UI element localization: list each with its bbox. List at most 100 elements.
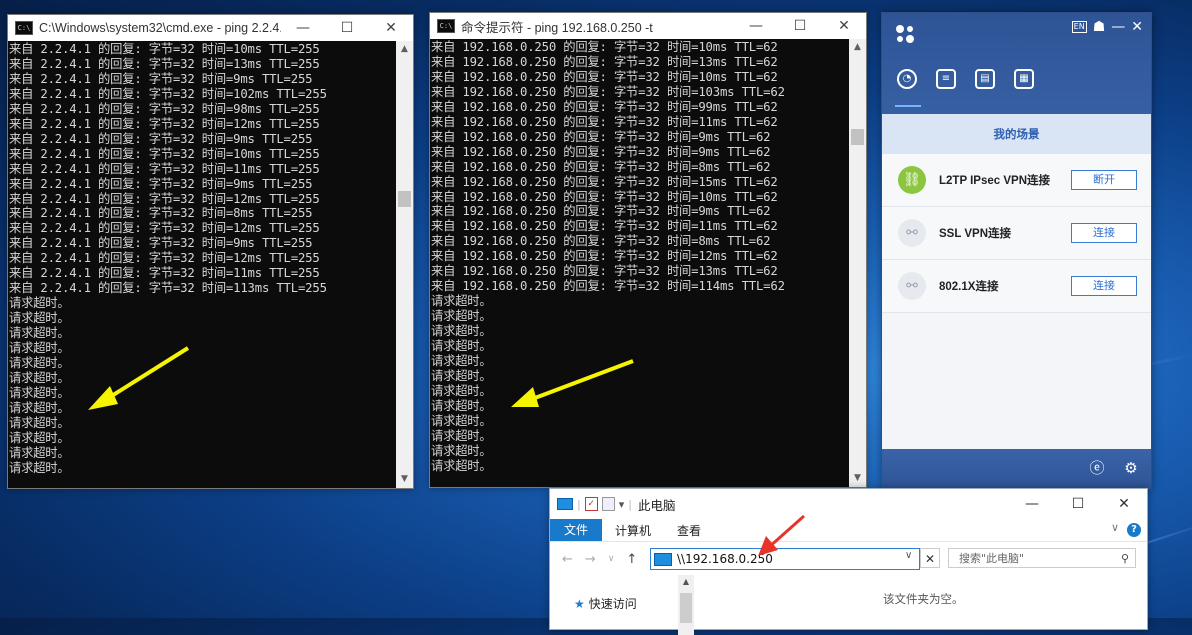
cmd-app-icon: C:\ (15, 21, 33, 35)
minimize-icon[interactable]: — (1111, 19, 1125, 35)
quick-access-dropdown-icon[interactable]: ▾ (619, 498, 625, 511)
tab-computer[interactable]: 计算机 (602, 522, 664, 539)
clear-address-icon[interactable]: ✕ (920, 548, 940, 568)
vpn-connection-row: ⛓ L2TP IPsec VPN连接 断开 (882, 154, 1151, 207)
connect-button[interactable]: 连接 (1071, 276, 1137, 296)
console-line: 请求超时。 (431, 413, 492, 428)
minimize-button[interactable]: — (281, 20, 325, 36)
explorer-titlebar[interactable]: | ✓ ▾ | 此电脑 — ☐ ✕ (550, 489, 1147, 519)
console-line: 来自 2.2.4.1 的回复: 字节=32 时间=10ms TTL=255 (9, 42, 320, 56)
star-icon: ★ (574, 597, 585, 611)
tab-file[interactable]: 文件 (550, 519, 603, 541)
console-line: 来自 192.168.0.250 的回复: 字节=32 时间=12ms TTL=… (431, 249, 778, 264)
recent-dropdown-icon[interactable]: ∨ (608, 554, 615, 564)
console-line: 请求超时。 (431, 309, 492, 324)
new-folder-icon[interactable] (601, 497, 615, 511)
gear-icon[interactable]: ⚙ (1121, 458, 1141, 478)
connect-button[interactable]: 连接 (1071, 223, 1137, 243)
minimize-button[interactable]: — (734, 18, 778, 34)
help-icon[interactable]: ? (1127, 523, 1141, 537)
up-arrow-icon[interactable]: ↑ (626, 552, 637, 567)
scroll-up-arrow-icon[interactable]: ▲ (396, 41, 413, 58)
console-line: 来自 192.168.0.250 的回复: 字节=32 时间=13ms TTL=… (431, 54, 778, 69)
scroll-thumb[interactable] (680, 593, 692, 623)
scroll-up-arrow-icon[interactable]: ▲ (849, 39, 866, 56)
scroll-thumb[interactable] (398, 191, 411, 207)
close-icon[interactable]: ✕ (1131, 19, 1143, 35)
console-scrollbar[interactable]: ▲ ▼ (849, 39, 866, 487)
properties-icon[interactable]: ✓ (584, 497, 598, 511)
active-tab-indicator (895, 105, 921, 107)
console-line: 来自 2.2.4.1 的回复: 字节=32 时间=12ms TTL=255 (9, 221, 320, 236)
tab-messages-icon[interactable]: ≡ (936, 69, 956, 89)
maximize-button[interactable]: ☐ (1055, 489, 1101, 519)
file-explorer-window[interactable]: | ✓ ▾ | 此电脑 — ☐ ✕ 文件 计算机 查看 ∨ ? ← → ∨ ↑ … (549, 488, 1148, 635)
vpn-footer: ⓔ ⚙ (882, 449, 1151, 489)
console-line: 来自 2.2.4.1 的回复: 字节=32 时间=9ms TTL=255 (9, 131, 313, 146)
cmd-window-ping-2-2-4[interactable]: C:\ C:\Windows\system32\cmd.exe - ping 2… (7, 14, 414, 489)
console-line: 来自 2.2.4.1 的回复: 字节=32 时间=11ms TTL=255 (9, 161, 320, 176)
console-output[interactable]: 来自 192.168.0.250 的回复: 字节=32 时间=10ms TTL=… (430, 39, 849, 487)
tab-settings-icon[interactable]: ▦ (1014, 69, 1034, 89)
console-line: 来自 2.2.4.1 的回复: 字节=32 时间=13ms TTL=255 (9, 56, 320, 71)
console-line: 来自 2.2.4.1 的回复: 字节=32 时间=11ms TTL=255 (9, 266, 320, 281)
vpn-connection-row: ⚯ 802.1X连接 连接 (882, 260, 1151, 313)
scroll-down-arrow-icon[interactable]: ▼ (849, 470, 866, 487)
cmd-window-title: 命令提示符 - ping 192.168.0.250 -t (461, 20, 653, 35)
nav-pane-scrollbar[interactable]: ▲ (678, 575, 694, 635)
console-line: 来自 192.168.0.250 的回复: 字节=32 时间=10ms TTL=… (431, 189, 778, 204)
console-line: 来自 192.168.0.250 的回复: 字节=32 时间=15ms TTL=… (431, 174, 778, 189)
console-line: 请求超时。 (9, 341, 70, 356)
console-line: 来自 2.2.4.1 的回复: 字节=32 时间=8ms TTL=255 (9, 206, 313, 221)
console-line: 来自 2.2.4.1 的回复: 字节=32 时间=9ms TTL=255 (9, 176, 313, 191)
search-input[interactable]: 搜索"此电脑" ⚲ (948, 548, 1136, 568)
scroll-down-arrow-icon[interactable]: ▼ (396, 471, 413, 488)
console-output[interactable]: 来自 2.2.4.1 的回复: 字节=32 时间=10ms TTL=255 来自 … (8, 41, 396, 488)
vpn-client-window[interactable]: EN ☗ — ✕ ◔ ≡ ▤ ▦ 我的场景 ⛓ L2TP IPsec VPN连接断… (881, 12, 1152, 490)
search-placeholder: 搜索"此电脑" (959, 552, 1025, 565)
console-line: 来自 192.168.0.250 的回复: 字节=32 时间=13ms TTL=… (431, 264, 778, 279)
cmd-window-title: C:\Windows\system32\cmd.exe - ping 2.2.4… (39, 21, 281, 35)
minimize-button[interactable]: — (1009, 489, 1055, 519)
console-line: 请求超时。 (9, 370, 70, 385)
console-line: 请求超时。 (431, 324, 492, 339)
console-line: 请求超时。 (431, 458, 492, 473)
console-line: 请求超时。 (9, 326, 70, 341)
console-line: 请求超时。 (9, 356, 70, 371)
nav-quick-access[interactable]: ★ 快速访问 (574, 595, 637, 612)
maximize-button[interactable]: ☐ (325, 20, 369, 36)
expand-ribbon-icon[interactable]: ∨ (1111, 521, 1119, 534)
close-button[interactable]: ✕ (1101, 489, 1147, 519)
cmd-window-ping-192-168-0-250[interactable]: C:\ 命令提示符 - ping 192.168.0.250 -t — ☐ ✕ … (429, 12, 867, 488)
console-line: 来自 192.168.0.250 的回复: 字节=32 时间=9ms TTL=6… (431, 204, 771, 219)
cmd-titlebar[interactable]: C:\ 命令提示符 - ping 192.168.0.250 -t — ☐ ✕ (430, 13, 866, 39)
console-line: 来自 2.2.4.1 的回复: 字节=32 时间=98ms TTL=255 (9, 101, 320, 116)
scroll-up-arrow-icon[interactable]: ▲ (678, 577, 694, 586)
tab-view[interactable]: 查看 (664, 522, 714, 539)
forward-arrow-icon[interactable]: → (585, 552, 596, 567)
console-scrollbar[interactable]: ▲ ▼ (396, 41, 413, 488)
tab-logs-icon[interactable]: ▤ (975, 69, 995, 89)
nav-quick-access-label: 快速访问 (588, 597, 637, 611)
console-line: 来自 192.168.0.250 的回复: 字节=32 时间=99ms TTL=… (431, 99, 778, 114)
user-icon[interactable]: ☗ (1093, 19, 1106, 35)
tab-scenes-icon[interactable]: ◔ (897, 69, 917, 89)
close-button[interactable]: ✕ (822, 18, 866, 34)
maximize-button[interactable]: ☐ (778, 18, 822, 34)
console-line: 来自 2.2.4.1 的回复: 字节=32 时间=12ms TTL=255 (9, 191, 320, 206)
annotation-arrow-icon (511, 359, 634, 407)
browser-icon[interactable]: ⓔ (1087, 458, 1107, 478)
console-line: 请求超时。 (431, 339, 492, 354)
close-button[interactable]: ✕ (369, 20, 413, 36)
console-line: 来自 2.2.4.1 的回复: 字节=32 时间=9ms TTL=255 (9, 71, 313, 86)
disconnect-button[interactable]: 断开 (1071, 170, 1137, 190)
cmd-titlebar[interactable]: C:\ C:\Windows\system32\cmd.exe - ping 2… (8, 15, 413, 41)
scroll-thumb[interactable] (851, 129, 864, 145)
search-icon[interactable]: ⚲ (1121, 549, 1129, 569)
back-arrow-icon[interactable]: ← (562, 552, 573, 567)
console-line: 来自 192.168.0.250 的回复: 字节=32 时间=10ms TTL=… (431, 69, 778, 84)
console-line: 请求超时。 (431, 428, 492, 443)
address-dropdown-icon[interactable]: ∨ (905, 550, 912, 561)
console-line: 来自 2.2.4.1 的回复: 字节=32 时间=113ms TTL=255 (9, 281, 327, 296)
language-toggle-icon[interactable]: EN (1071, 21, 1087, 33)
